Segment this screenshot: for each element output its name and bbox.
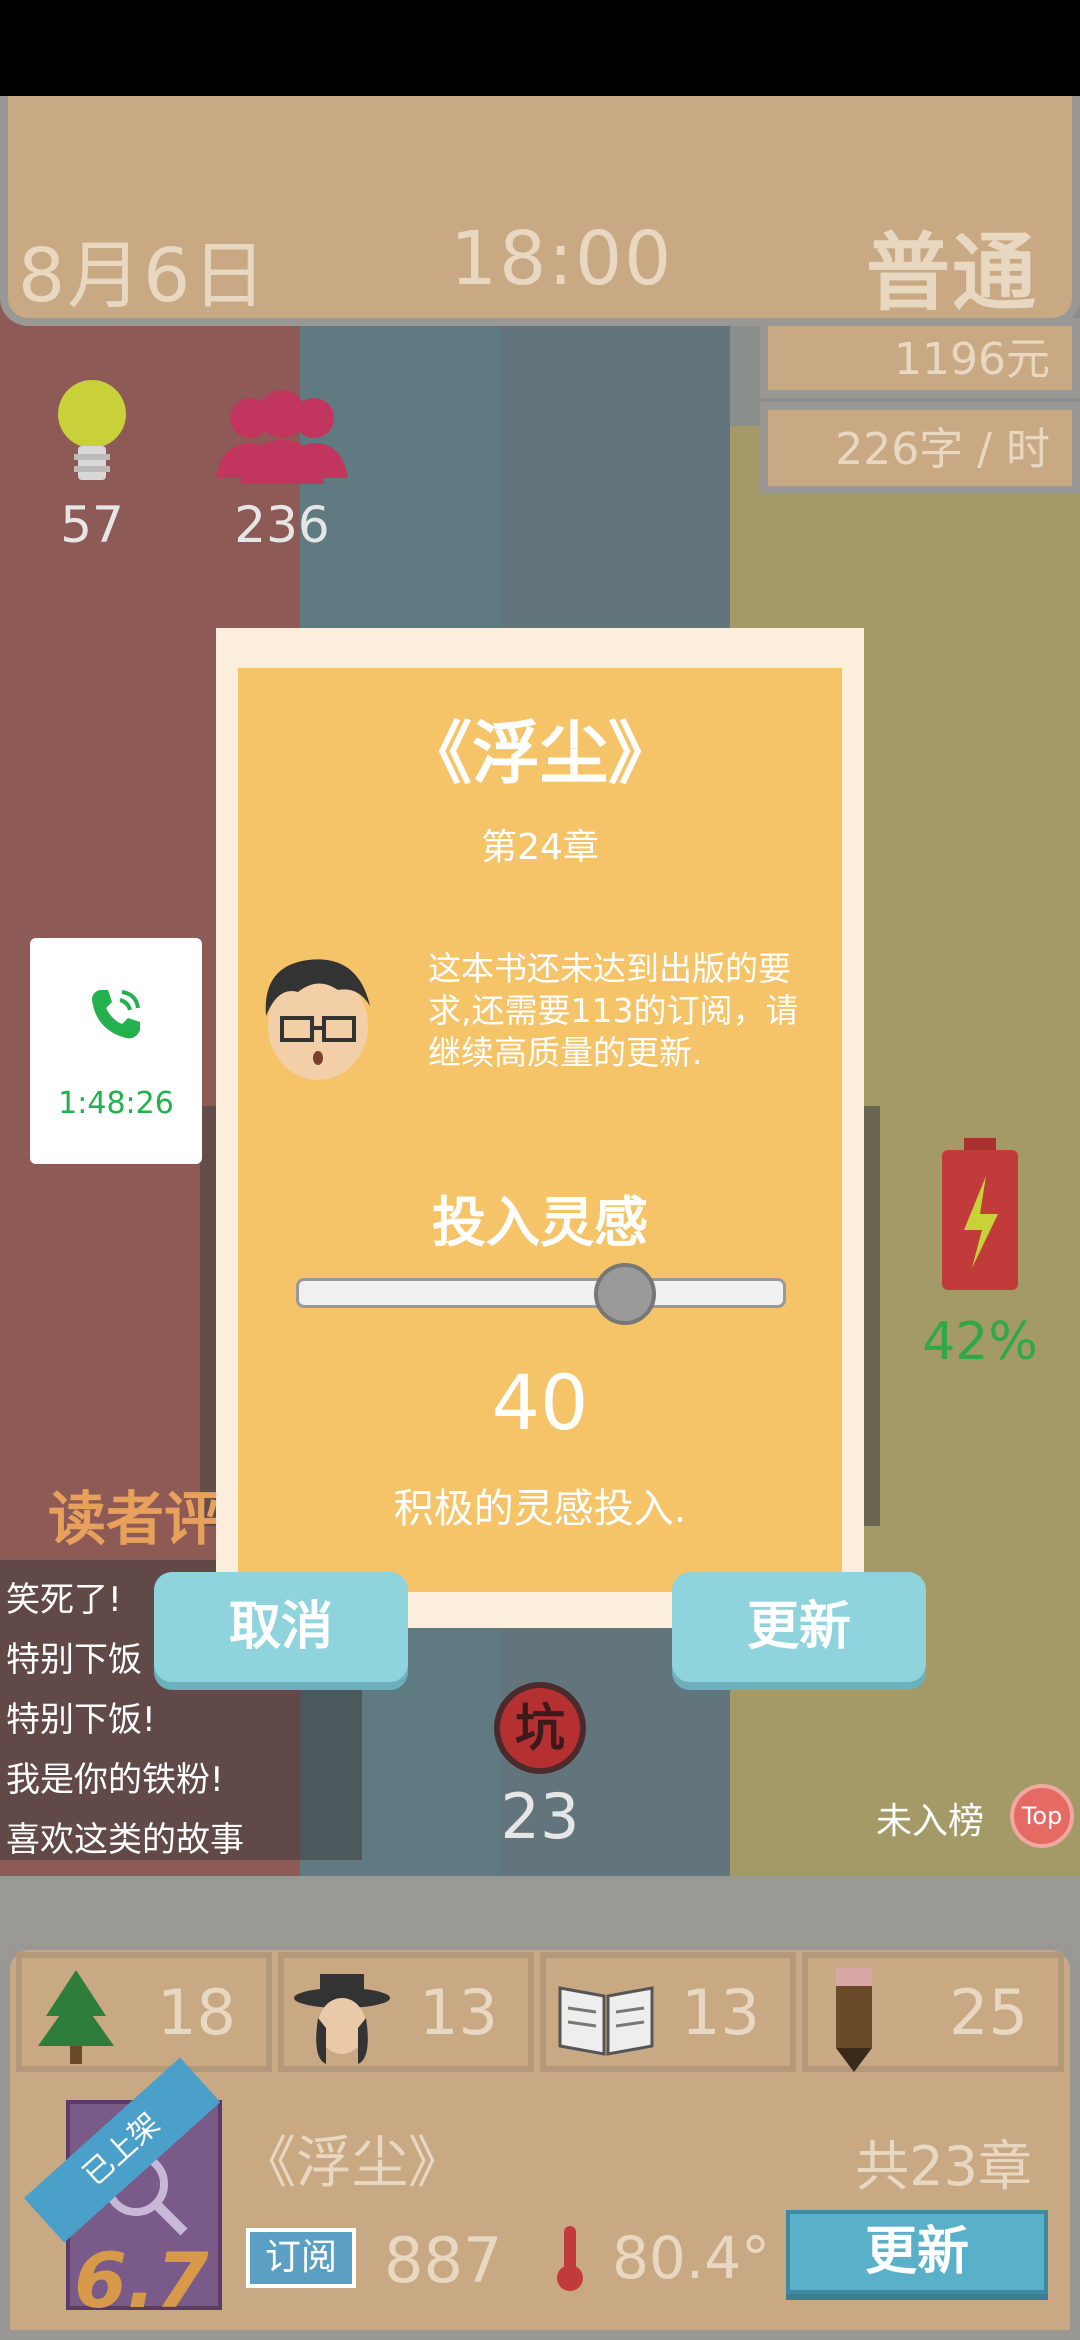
comment-item: 喜欢这类的故事 <box>6 1820 244 1860</box>
battery-icon <box>938 1136 1022 1296</box>
comment-item: 笑死了! <box>6 1580 122 1620</box>
date-label: 8月6日 <box>18 233 269 319</box>
call-widget[interactable]: 1:48:26 <box>30 938 202 1164</box>
reader-hat-icon <box>292 1968 392 2068</box>
update-dialog: 《浮尘》 第24章 这本书还未达到出版的要求,还需要113的订阅，请继续高质量的… <box>238 668 842 1592</box>
tab-pencil-value: 25 <box>949 1976 1028 2049</box>
book-card-title: 《浮尘》 <box>240 2131 464 2196</box>
book-total-chapters: 共23章 <box>855 2135 1032 2198</box>
tab-tree-value: 18 <box>157 1976 236 2049</box>
pit-badge[interactable]: 坑 <box>494 1682 586 1774</box>
tab-pencil[interactable]: 25 <box>802 1952 1064 2072</box>
fans-icon <box>212 388 352 488</box>
reader-comments-title: 读者评 <box>48 1485 223 1553</box>
book-rating: 6.7 <box>74 2236 209 2325</box>
ranking-status: 未入榜 <box>876 1801 985 1842</box>
update-button[interactable]: 更新 <box>672 1572 926 1682</box>
tab-book-value: 13 <box>681 1976 760 2049</box>
speed-box: 226字 / 时 <box>760 402 1080 494</box>
battery-percent: 42% <box>922 1312 1038 1372</box>
dialog-book-title: 《浮尘》 <box>403 715 676 794</box>
time-label: 18:00 <box>450 216 674 302</box>
inspiration-slider-track[interactable] <box>296 1263 786 1325</box>
thermometer-icon <box>552 2222 588 2294</box>
temperature-value: 80.4° <box>612 2224 771 2292</box>
fans-count: 236 <box>234 496 330 554</box>
tab-readers[interactable]: 13 <box>278 1952 534 2072</box>
money-value: 1196元 <box>894 334 1050 385</box>
dialog-message: 这本书还未达到出版的要求,还需要113的订阅，请继续高质量的更新. <box>428 949 799 1072</box>
top-status-bar: 8月6日 18:00 普通 <box>0 96 1080 326</box>
dialog-feedback: 积极的灵感投入. <box>393 1486 687 1532</box>
comment-item: 特别下饭! <box>6 1700 156 1740</box>
dialog-chapter: 第24章 <box>481 827 599 868</box>
inspiration-slider-thumb[interactable] <box>594 1263 657 1325</box>
call-duration: 1:48:26 <box>58 1086 174 1121</box>
pencil-icon <box>824 1964 884 2074</box>
speed-value: 226字 / 时 <box>835 424 1050 475</box>
dialog-section-title: 投入灵感 <box>432 1191 648 1254</box>
difficulty-label: 普通 <box>865 224 1038 322</box>
comment-item: 特别下饭 <box>6 1640 142 1680</box>
comment-item: 我是你的铁粉! <box>6 1760 224 1800</box>
tab-tree[interactable]: 18 <box>16 1952 272 2072</box>
cancel-button[interactable]: 取消 <box>154 1572 408 1682</box>
tab-readers-value: 13 <box>419 1976 498 2049</box>
tree-icon <box>34 1966 118 2066</box>
phone-icon <box>86 984 146 1044</box>
lightbulb-icon <box>52 376 132 496</box>
book-open-icon <box>556 1978 656 2058</box>
book-update-button[interactable]: 更新 <box>786 2210 1048 2294</box>
slider-value: 40 <box>491 1358 589 1447</box>
subscriptions-count: 887 <box>384 2224 503 2297</box>
pit-count: 23 <box>500 1780 580 1853</box>
author-avatar <box>258 946 378 1086</box>
top-ranking-button[interactable]: Top <box>1010 1784 1074 1848</box>
inspiration-count: 57 <box>60 496 124 554</box>
money-box: 1196元 <box>760 318 1080 398</box>
tab-book[interactable]: 13 <box>540 1952 796 2072</box>
subscribe-badge: 订阅 <box>246 2228 356 2288</box>
